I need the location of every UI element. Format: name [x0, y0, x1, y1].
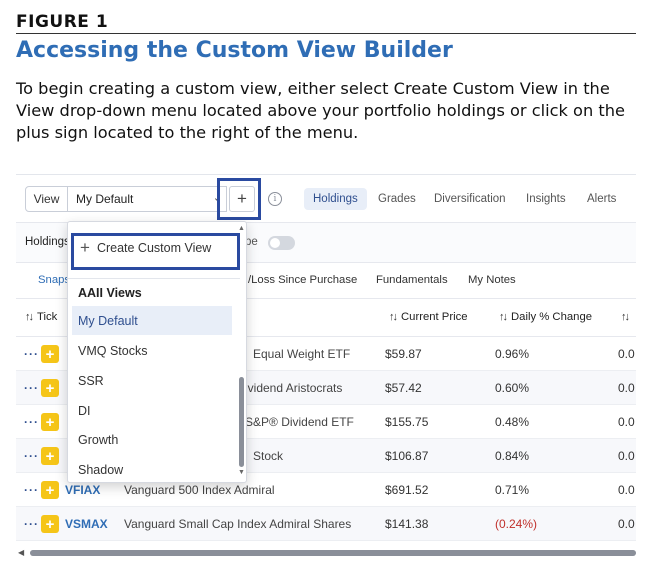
more-actions-icon[interactable]: ··· — [24, 347, 39, 361]
sort-icon: ↑↓ — [499, 311, 508, 323]
holding-daily-change: 0.71% — [495, 483, 530, 497]
menu-divider — [68, 278, 240, 279]
sort-icon: ↑↓ — [389, 311, 398, 323]
menu-item-ssr[interactable]: SSR — [72, 366, 232, 395]
holding-daily-change: 0.84% — [495, 449, 530, 463]
view-dropdown[interactable]: My Default ⌄ — [67, 186, 227, 212]
holding-daily-change: (0.24%) — [495, 517, 538, 531]
view-toolbar: View My Default ⌄ + i Holdings Grades Di… — [16, 175, 636, 223]
tab-insights[interactable]: Insights — [526, 188, 566, 210]
menu-item-vmq-stocks[interactable]: VMQ Stocks — [72, 336, 232, 365]
tab-alerts[interactable]: Alerts — [587, 188, 616, 210]
figure-label: FIGURE 1 — [16, 12, 109, 32]
holding-price: $155.75 — [385, 415, 429, 429]
scroll-down-icon[interactable]: ▼ — [238, 469, 245, 476]
subtab-my-notes[interactable]: My Notes — [468, 274, 516, 286]
view-button[interactable]: View — [25, 186, 68, 212]
holding-ticker[interactable]: VSMAX — [65, 517, 108, 531]
header-ticker[interactable]: ↑↓ Tick — [25, 311, 57, 323]
figure-description: To begin creating a custom view, either … — [16, 79, 625, 142]
view-dropdown-value: My Default — [76, 192, 134, 206]
add-icon[interactable]: + — [41, 481, 59, 499]
add-custom-view-button[interactable]: + — [229, 186, 255, 212]
menu-item-growth[interactable]: Growth — [72, 425, 232, 454]
tab-grades[interactable]: Grades — [378, 188, 416, 210]
holding-name: Equal Weight ETF — [253, 347, 351, 361]
menu-scrollbar[interactable]: ▲ ▼ — [237, 225, 246, 481]
tab-holdings[interactable]: Holdings — [304, 188, 367, 210]
header-ticker-label: Tick — [37, 311, 58, 323]
holding-ticker[interactable]: VFIAX — [65, 483, 100, 497]
subtab-snapshot[interactable]: Snaps — [38, 274, 70, 286]
header-next-sort[interactable]: ↑↓ — [621, 311, 630, 323]
holding-next-value: 0.0 — [618, 381, 635, 395]
holding-price: $57.42 — [385, 381, 422, 395]
holdings-label: Holdings — [25, 236, 70, 248]
more-actions-icon[interactable]: ··· — [24, 415, 39, 429]
holding-next-value: 0.0 — [618, 517, 635, 531]
holding-price: $106.87 — [385, 449, 429, 463]
scroll-left-icon[interactable]: ◀ — [18, 548, 24, 557]
holding-price: $691.52 — [385, 483, 429, 497]
header-current-price-label: Current Price — [401, 311, 468, 323]
add-icon[interactable]: + — [41, 345, 59, 363]
holding-name: S&P® Dividend ETF — [245, 415, 354, 429]
holding-daily-change: 0.60% — [495, 381, 530, 395]
tab-diversification[interactable]: Diversification — [434, 188, 506, 210]
holding-name: Vanguard 500 Index Admiral — [124, 483, 275, 497]
table-row[interactable]: ··· + VSMAX Vanguard Small Cap Index Adm… — [16, 507, 636, 541]
info-icon[interactable]: i — [268, 192, 282, 206]
sort-icon: ↑↓ — [621, 311, 630, 323]
holding-price: $59.87 — [385, 347, 422, 361]
holding-daily-change: 0.48% — [495, 415, 530, 429]
holding-next-value: 0.0 — [618, 483, 635, 497]
holding-name: ividend Aristocrats — [245, 381, 343, 395]
header-daily-change-label: Daily % Change — [511, 311, 593, 323]
holding-name: Vanguard Small Cap Index Admiral Shares — [124, 517, 352, 531]
add-icon[interactable]: + — [41, 379, 59, 397]
subtab-fundamentals[interactable]: Fundamentals — [376, 274, 448, 286]
menu-scrollbar-thumb[interactable] — [239, 377, 244, 467]
more-actions-icon[interactable]: ··· — [24, 483, 39, 497]
menu-section-header: AAII Views — [78, 286, 142, 300]
scrollbar-thumb[interactable] — [30, 550, 636, 556]
header-daily-change[interactable]: ↑↓ Daily % Change — [499, 311, 592, 323]
sort-icon: ↑↓ — [25, 311, 34, 323]
create-custom-view-highlight — [71, 233, 240, 270]
header-current-price[interactable]: ↑↓ Current Price — [389, 311, 468, 323]
scroll-up-icon[interactable]: ▲ — [238, 225, 245, 232]
holding-next-value: 0.0 — [618, 347, 635, 361]
screenshot-panel: View My Default ⌄ + i Holdings Grades Di… — [16, 174, 636, 558]
menu-item-di[interactable]: DI — [72, 396, 232, 425]
more-actions-icon[interactable]: ··· — [24, 381, 39, 395]
holding-next-value: 0.0 — [618, 415, 635, 429]
menu-item-shadow[interactable]: Shadow — [72, 455, 232, 482]
menu-item-my-default[interactable]: My Default — [72, 306, 232, 335]
view-dropdown-menu: + Create Custom View AAII Views My Defau… — [67, 221, 247, 483]
holding-next-value: 0.0 — [618, 449, 635, 463]
subtab-gain-loss[interactable]: /Loss Since Purchase — [248, 274, 357, 286]
add-icon[interactable]: + — [41, 413, 59, 431]
holding-daily-change: 0.96% — [495, 347, 530, 361]
add-icon[interactable]: + — [41, 515, 59, 533]
more-actions-icon[interactable]: ··· — [24, 517, 39, 531]
holding-name: Stock — [253, 449, 284, 463]
holding-price: $141.38 — [385, 517, 429, 531]
add-icon[interactable]: + — [41, 447, 59, 465]
horizontal-scrollbar[interactable]: ◀ — [16, 547, 636, 558]
figure-title: Accessing the Custom View Builder — [16, 38, 453, 63]
figure-rule — [16, 33, 636, 34]
type-toggle[interactable] — [268, 236, 295, 250]
more-actions-icon[interactable]: ··· — [24, 449, 39, 463]
